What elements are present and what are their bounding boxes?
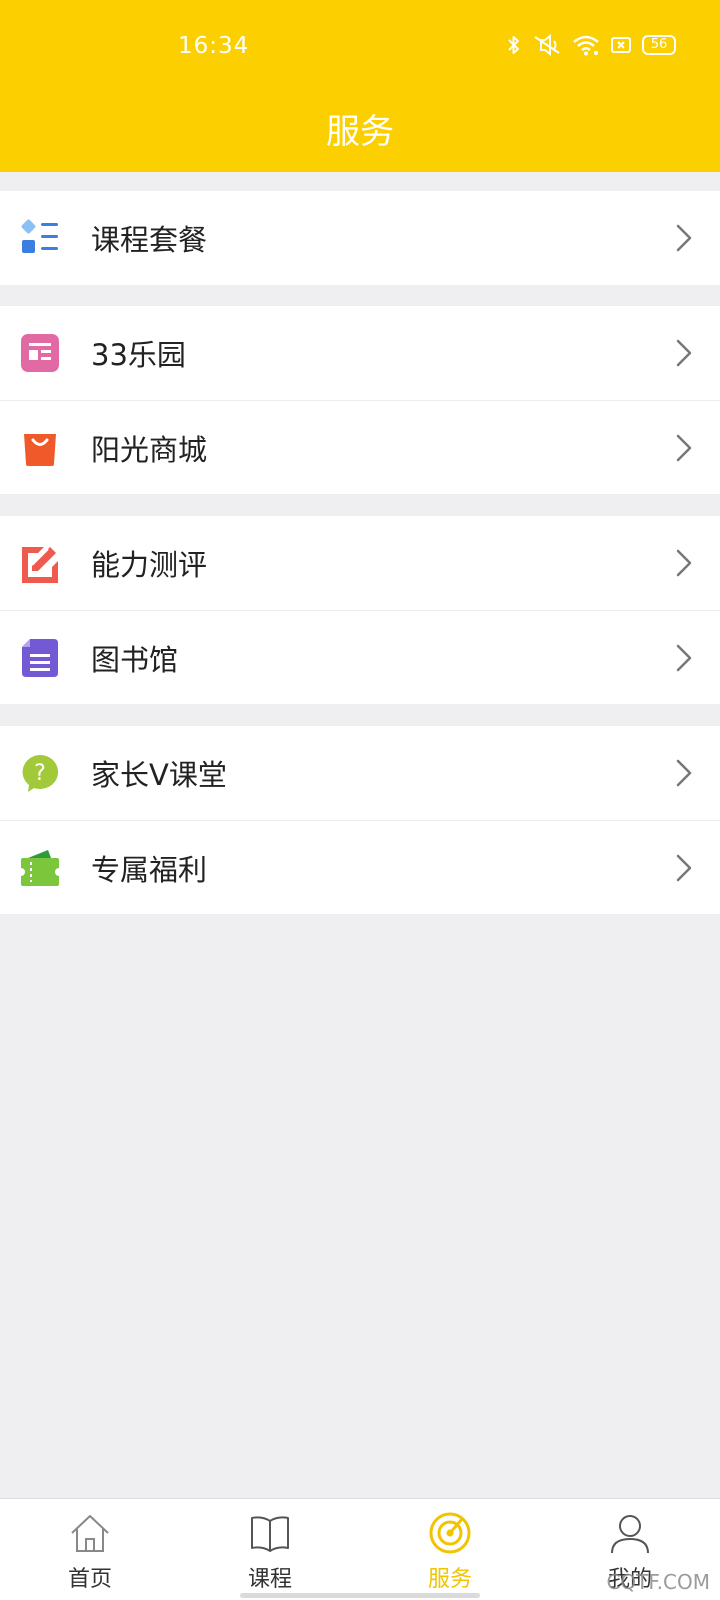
course-package-icon	[20, 218, 60, 258]
menu-item-parent-v-class[interactable]: ? 家长V课堂	[0, 726, 720, 820]
service-group-1: 课程套餐	[0, 191, 720, 285]
menu-item-label: 家长V课堂	[91, 758, 227, 792]
menu-item-label: 阳光商城	[91, 432, 208, 467]
edit-assessment-icon	[20, 543, 60, 583]
chevron-right-icon	[676, 759, 692, 787]
nav-label: 课程	[247, 1567, 292, 1592]
chevron-right-icon	[676, 549, 692, 577]
nav-item-home[interactable]: 首页	[0, 1499, 180, 1600]
nav-label: 服务	[427, 1567, 472, 1592]
chevron-right-icon	[676, 339, 692, 367]
home-indicator[interactable]	[240, 1593, 480, 1598]
service-radar-icon	[429, 1512, 471, 1554]
menu-item-sunshine-mall[interactable]: 阳光商城	[0, 400, 720, 494]
bluetooth-icon	[506, 34, 522, 56]
book-icon	[251, 1516, 289, 1552]
app-header: 16:34 56 服务	[0, 0, 720, 172]
menu-item-label: 能力测评	[91, 548, 208, 582]
menu-item-label: 课程套餐	[91, 223, 208, 257]
page-title: 服务	[326, 112, 394, 152]
wifi-icon	[572, 34, 600, 56]
library-doc-icon	[20, 638, 60, 678]
sim-icon	[610, 35, 632, 55]
shopping-bag-icon	[20, 428, 60, 468]
nav-label: 首页	[67, 1567, 112, 1592]
service-group-4: ? 家长V课堂 专属福利	[0, 726, 720, 914]
status-time: 16:34	[178, 33, 250, 59]
menu-item-label: 33乐园	[91, 338, 186, 372]
status-icons: 56	[506, 34, 676, 56]
menu-item-library[interactable]: 图书馆	[0, 610, 720, 704]
battery-icon: 56	[642, 35, 676, 55]
nav-item-service[interactable]: 服务	[360, 1499, 540, 1600]
chevron-right-icon	[676, 644, 692, 672]
screen: 16:34 56 服务 课程套餐 33乐园 阳光商城 能力测评 图书馆 ? 家长…	[0, 0, 720, 1600]
chevron-right-icon	[676, 434, 692, 462]
service-group-2: 33乐园 阳光商城	[0, 306, 720, 494]
ticket-icon	[20, 848, 60, 888]
chevron-right-icon	[676, 224, 692, 252]
paradise-icon	[20, 333, 60, 373]
menu-item-label: 图书馆	[91, 642, 179, 677]
svg-text:?: ?	[34, 761, 46, 786]
menu-item-label: 专属福利	[91, 852, 208, 887]
menu-item-33-paradise[interactable]: 33乐园	[0, 306, 720, 400]
menu-item-exclusive-benefits[interactable]: 专属福利	[0, 820, 720, 914]
home-icon	[71, 1515, 109, 1552]
chevron-right-icon	[676, 854, 692, 882]
profile-icon	[611, 1515, 649, 1554]
mute-icon	[532, 34, 562, 56]
watermark: CQTF.COM	[606, 1570, 710, 1594]
menu-item-course-package[interactable]: 课程套餐	[0, 191, 720, 285]
question-bubble-icon: ?	[20, 753, 60, 793]
nav-item-courses[interactable]: 课程	[180, 1499, 360, 1600]
menu-item-ability-assessment[interactable]: 能力测评	[0, 516, 720, 610]
service-group-3: 能力测评 图书馆	[0, 516, 720, 704]
